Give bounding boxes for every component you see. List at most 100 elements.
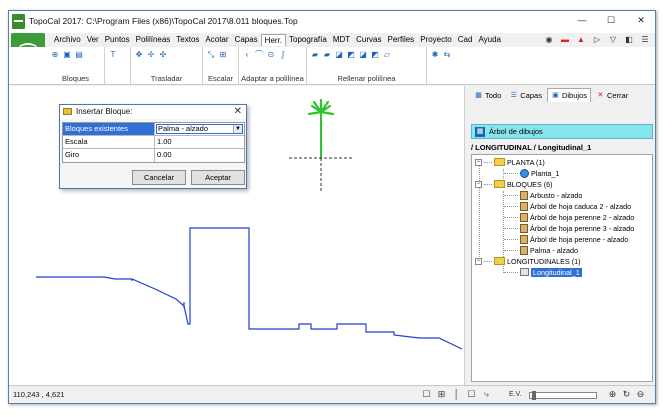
tree-item-label-selected: Longitudinal_1 xyxy=(531,267,582,277)
tree-item-block[interactable]: Árbol de hoja perenne 3 - alzado xyxy=(504,223,634,233)
slider-thumb[interactable] xyxy=(532,391,536,400)
tab-cerrar[interactable]: ✕ Cerrar xyxy=(593,88,631,102)
tab-label: Dibujos xyxy=(561,91,587,100)
tree-node-bloques[interactable]: − BLOQUES (6) xyxy=(475,179,553,189)
zoom-in-icon[interactable]: ⊕ xyxy=(607,389,618,400)
close-window-button[interactable]: ✕ xyxy=(634,15,648,27)
layout-icon[interactable]: ☰ xyxy=(639,34,651,45)
block-select[interactable]: Palma - alzado ▼ xyxy=(155,123,244,135)
symbols-icon[interactable]: ✱ xyxy=(430,50,440,60)
menu-archivo[interactable]: Archivo xyxy=(51,34,84,46)
fill-pattern-2-icon[interactable]: ▰ xyxy=(322,50,332,60)
move-copy-icon[interactable]: ✢ xyxy=(146,50,156,60)
menu-curvas[interactable]: Curvas xyxy=(353,34,384,46)
panel-toggle-icon[interactable]: ◧ xyxy=(623,34,635,45)
window-icon[interactable]: ☐ xyxy=(421,389,432,400)
fill-pattern-5-icon[interactable]: ◪ xyxy=(358,50,368,60)
property-row-giro: Giro 0.00 xyxy=(63,149,244,162)
ribbon-group-text: T xyxy=(105,47,131,85)
move-icon[interactable]: ✥ xyxy=(134,50,144,60)
ribbon-group-label: Bloques xyxy=(61,74,90,83)
block-image-icon[interactable]: ▣ xyxy=(62,50,72,60)
fill-pattern-3-icon[interactable]: ◪ xyxy=(334,50,344,60)
menu-polil-neas[interactable]: Polilíneas xyxy=(133,34,174,46)
block-select-value[interactable]: Palma - alzado ▼ xyxy=(156,124,243,134)
tree-node-longitudinales[interactable]: − LONGITUDINALES (1) xyxy=(475,256,581,266)
block-select-text: Palma - alzado xyxy=(158,124,209,133)
tree-item-block[interactable]: Arbusto - alzado xyxy=(504,190,582,200)
profile-icon xyxy=(520,268,529,276)
collapse-icon[interactable]: − xyxy=(475,158,482,166)
scale-icon[interactable]: ⤡ xyxy=(206,50,216,60)
menu-proyecto[interactable]: Proyecto xyxy=(417,34,455,46)
rotation-input[interactable]: 0.00 xyxy=(155,149,244,162)
app-logo-icon xyxy=(12,14,25,29)
tree-item-label: Árbol de hoja caduca 2 - alzado xyxy=(530,201,632,211)
text-tool-icon[interactable]: T xyxy=(108,50,118,60)
language-flag-icon[interactable]: ▬ xyxy=(559,34,571,45)
tree-item-block[interactable]: Árbol de hoja perenne 2 - alzado xyxy=(504,212,634,222)
layers-icon: ☰ xyxy=(510,91,517,99)
tab-todo[interactable]: ▦ Todo xyxy=(471,88,504,102)
play-icon[interactable]: ▷ xyxy=(591,34,603,45)
tree-item-block[interactable]: Palma - alzado xyxy=(504,245,578,255)
tree-node-label: LONGITUDINALES (1) xyxy=(507,256,581,266)
pan-icon[interactable]: ↻ xyxy=(621,389,632,400)
scale-input[interactable]: 1.00 xyxy=(155,136,244,148)
menu-capas[interactable]: Capas xyxy=(232,34,261,46)
tree-item-longitudinal-1[interactable]: Longitudinal_1 xyxy=(504,267,582,277)
blank-icon[interactable]: ☐ xyxy=(466,389,477,400)
tab-capas[interactable]: ☰ Capas xyxy=(506,88,545,102)
menu-textos[interactable]: Textos xyxy=(173,34,202,46)
scale-points-icon[interactable]: ⊞ xyxy=(218,50,228,60)
block-icon xyxy=(520,234,528,244)
polyline-left-icon[interactable]: ‹ xyxy=(242,50,252,60)
color-picker-icon[interactable]: ▲ xyxy=(575,34,587,45)
move-points-icon[interactable]: ✣ xyxy=(158,50,168,60)
accept-button[interactable]: Aceptar xyxy=(191,170,245,185)
tree-item-block[interactable]: Árbol de hoja caduca 2 - alzado xyxy=(504,201,631,211)
menu-ayuda[interactable]: Ayuda xyxy=(475,34,504,46)
block-dialog-icon xyxy=(63,108,72,115)
tree-node-planta[interactable]: − PLANTA (1) xyxy=(475,157,545,167)
ribbon-group-extra: ✱ ⇆ xyxy=(427,47,465,85)
circle-icon[interactable]: ⊙ xyxy=(266,50,276,60)
menu-mdt[interactable]: MDT xyxy=(330,34,353,46)
maximize-button[interactable]: ☐ xyxy=(604,15,618,27)
arc-icon[interactable]: ⌒ xyxy=(254,50,264,60)
menu-puntos[interactable]: Puntos xyxy=(102,34,133,46)
menu-acotar[interactable]: Acotar xyxy=(202,34,231,46)
menu-herr[interactable]: Herr. xyxy=(260,34,287,46)
fill-pattern-1-icon[interactable]: ▰ xyxy=(310,50,320,60)
fill-pattern-7-icon[interactable]: ▱ xyxy=(382,50,392,60)
minimize-button[interactable]: — xyxy=(575,15,589,27)
menu-perfiles[interactable]: Perfiles xyxy=(385,34,418,46)
curve-icon[interactable]: ∫ xyxy=(278,50,288,60)
menu-cad[interactable]: Cad xyxy=(455,34,476,46)
dialog-close-button[interactable]: ✕ xyxy=(234,106,242,117)
settings-icon[interactable]: ◉ xyxy=(543,34,555,45)
menu-topograf-a[interactable]: Topografía xyxy=(286,34,330,46)
filter-icon[interactable]: ▽ xyxy=(607,34,619,45)
collapse-icon[interactable]: − xyxy=(475,180,482,188)
crosshair-cursor xyxy=(289,157,354,192)
tab-dibujos[interactable]: ▣ Dibujos xyxy=(546,88,591,102)
swap-icon[interactable]: ⇆ xyxy=(442,50,452,60)
tree-item-block[interactable]: Árbol de hoja perenne - alzado xyxy=(504,234,628,244)
fill-pattern-6-icon[interactable]: ◩ xyxy=(370,50,380,60)
snap-icon[interactable]: ⤷ xyxy=(481,389,492,400)
window-title: TopoCal 2017: C:\Program Files (x86)\Top… xyxy=(29,16,298,26)
cancel-button[interactable]: Cancelar xyxy=(132,170,186,185)
grid-icon[interactable]: ⊞ xyxy=(436,389,447,400)
zoom-out-icon[interactable]: ⊖ xyxy=(635,389,646,400)
insert-block-icon[interactable]: ⊕ xyxy=(50,50,60,60)
vertical-scale-slider[interactable] xyxy=(529,391,597,400)
menu-bar: Archivo Ver Puntos Polilíneas Textos Acotar Ca… xyxy=(9,33,655,67)
collapse-icon[interactable]: − xyxy=(475,257,482,265)
tree-item-planta-1[interactable]: Planta_1 xyxy=(504,168,559,178)
block-list-icon[interactable]: ▤ xyxy=(74,50,84,60)
drawings-panel: ▦ Todo ☰ Capas ▣ Dibujos ✕ Cerrar ▦ Árbol de di… xyxy=(469,86,655,385)
chevron-down-icon[interactable]: ▼ xyxy=(233,125,242,133)
menu-ver[interactable]: Ver xyxy=(84,34,102,46)
fill-pattern-4-icon[interactable]: ◩ xyxy=(346,50,356,60)
